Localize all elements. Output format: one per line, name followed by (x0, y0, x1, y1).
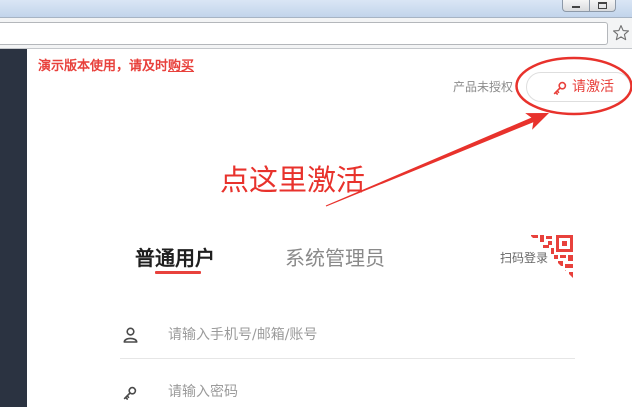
browser-toolbar (0, 17, 632, 49)
window-title-bar[interactable] (0, 0, 632, 17)
key-icon (123, 385, 138, 401)
maximize-button[interactable] (589, 0, 616, 12)
tab-normal-user[interactable]: 普通用户 (135, 245, 215, 271)
license-status: 产品未授权 (453, 80, 514, 94)
sidebar (0, 49, 27, 407)
active-tab-indicator (155, 271, 201, 274)
account-input[interactable] (168, 325, 568, 345)
star-icon[interactable] (612, 23, 630, 43)
password-input[interactable] (168, 382, 568, 402)
minimize-icon (572, 6, 580, 8)
buy-link[interactable]: 购买 (168, 59, 194, 74)
window-controls (562, 0, 616, 12)
demo-notice-text: 演示版本使用，请及时 (38, 59, 169, 74)
annotation-text: 点这里激活 (220, 163, 366, 197)
minimize-button[interactable] (562, 0, 589, 12)
qr-code-icon[interactable] (528, 233, 575, 280)
field-divider (120, 358, 575, 359)
address-bar[interactable] (0, 22, 608, 45)
tab-system-admin[interactable]: 系统管理员 (285, 245, 385, 271)
demo-notice: 演示版本使用，请及时购买 (38, 59, 194, 75)
key-icon (553, 80, 567, 95)
user-icon (123, 327, 138, 343)
maximize-icon (598, 2, 607, 9)
activate-button[interactable]: 请激活 (526, 72, 631, 102)
activate-label: 请激活 (572, 79, 614, 95)
